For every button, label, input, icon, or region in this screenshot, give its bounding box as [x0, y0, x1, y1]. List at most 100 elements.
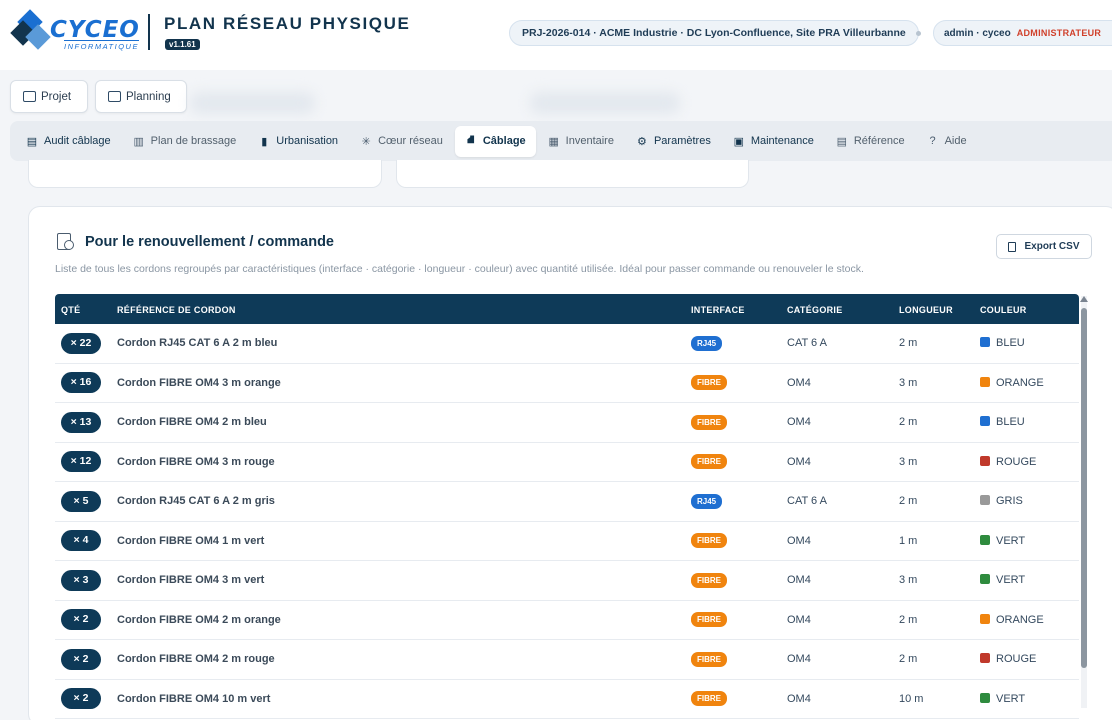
category-cell: CAT 6 A — [787, 337, 827, 350]
patch-plan-icon: ▥ — [133, 135, 144, 148]
color-cell: VERT — [980, 692, 1079, 705]
table-row[interactable]: × 13 Cordon FIBRE OM4 2 m bleu FIBRE OM4 2 m… — [55, 403, 1079, 443]
tab-cablage[interactable]: ⛘ Câblage — [454, 125, 536, 157]
table-row[interactable]: × 16 Cordon FIBRE OM4 3 m orange FIBRE OM4 3… — [55, 364, 1079, 403]
status-dot — [916, 31, 921, 36]
column-header-interface[interactable]: INTERFACE — [691, 304, 787, 315]
tab-maintenance[interactable]: ▣ Maintenance — [723, 126, 824, 157]
tab-aide[interactable]: ? Aide — [917, 126, 977, 157]
export-csv-label: Export CSV — [1024, 241, 1080, 252]
tab-label: Paramètres — [653, 135, 711, 147]
gear-icon: ⚙ — [637, 135, 647, 148]
tab-inventaire[interactable]: ▦ Inventaire — [538, 126, 624, 157]
table-row[interactable]: × 5 Cordon RJ45 CAT 6 A 2 m gris RJ45 CAT 6… — [55, 482, 1079, 522]
tab-label: Audit câblage — [44, 135, 111, 147]
column-header-color[interactable]: COULEUR — [980, 304, 1079, 315]
interface-cell: FIBRE — [691, 414, 787, 430]
cordon-reference: Cordon RJ45 CAT 6 A 2 m bleu — [117, 337, 278, 350]
table-row[interactable]: × 4 Cordon FIBRE OM4 1 m vert FIBRE OM4 1 m V… — [55, 522, 1079, 561]
table-row[interactable]: × 2 Cordon FIBRE OM4 2 m orange FIBRE OM4 2 … — [55, 601, 1079, 640]
color-label: BLEU — [996, 337, 1025, 350]
tab-label: Référence — [853, 135, 905, 147]
table-row[interactable]: × 3 Cordon FIBRE OM4 3 m vert FIBRE OM4 3 m V… — [55, 561, 1079, 601]
interface-badge: RJ45 — [691, 493, 723, 509]
tab-urbanisation[interactable]: ▮ Urbanisation — [248, 126, 348, 157]
column-header-category[interactable]: CATÉGORIE — [787, 304, 899, 315]
tab-coeur-reseau[interactable]: ✳ Cœur réseau — [350, 126, 453, 157]
section-subtitle: Liste de tous les cordons regroupés par … — [55, 263, 864, 275]
summary-card — [396, 160, 749, 188]
color-cell: GRIS — [980, 495, 1079, 507]
color-label: VERT — [996, 534, 1026, 547]
table-row[interactable]: × 12 Cordon FIBRE OM4 3 m rouge FIBRE OM4 3 … — [55, 443, 1079, 482]
interface-badge: FIBRE — [691, 691, 727, 707]
column-header-reference[interactable]: RÉFÉRENCE DE CORDON — [117, 304, 691, 315]
length-cell: 2 m — [899, 337, 918, 350]
column-header-length[interactable]: LONGUEUR — [899, 304, 980, 315]
reference-icon: ▤ — [836, 135, 848, 148]
color-label: VERT — [996, 692, 1026, 705]
user-menu[interactable]: admin · cyceo ADMINISTRATEUR — [933, 20, 1112, 46]
qty-cell: × 16 — [55, 372, 117, 394]
blurred-placeholder — [190, 92, 315, 114]
length-cell: 3 m — [899, 376, 918, 389]
color-swatch — [980, 692, 990, 703]
tab-label: Câblage — [482, 135, 526, 147]
help-icon: ? — [929, 135, 936, 147]
core-network-icon: ✳ — [361, 135, 371, 148]
color-cell: ROUGE — [980, 653, 1079, 665]
length-cell: 2 m — [899, 416, 918, 429]
qty-cell: × 12 — [55, 451, 117, 473]
cyceo-logo[interactable]: CYCEO INFORMATIQUE — [10, 9, 139, 57]
interface-cell: RJ45 — [691, 335, 787, 351]
length-cell: 2 m — [899, 613, 918, 626]
user-name: admin · cyceo — [944, 28, 1011, 39]
version-badge: v1.1.61 — [165, 39, 200, 50]
header-divider — [148, 14, 150, 50]
tab-audit-cablage[interactable]: ▤ Audit câblage — [16, 126, 121, 157]
scroll-up-arrow-icon[interactable] — [1080, 296, 1088, 302]
building-icon: ▮ — [261, 135, 268, 148]
interface-cell: FIBRE — [691, 691, 787, 707]
table-row[interactable]: × 22 Cordon RJ45 CAT 6 A 2 m bleu RJ45 CAT … — [55, 324, 1079, 364]
projet-button[interactable]: Projet — [10, 80, 88, 113]
column-header-qty[interactable]: QTÉ — [55, 304, 117, 315]
color-label: ORANGE — [996, 613, 1044, 626]
qty-cell: × 4 — [55, 530, 117, 552]
color-swatch — [980, 337, 990, 348]
projet-button-label: Projet — [41, 90, 72, 103]
length-cell: 2 m — [899, 653, 918, 666]
qty-cell: × 5 — [55, 490, 117, 512]
color-swatch — [980, 455, 990, 466]
quantity-badge: × 22 — [61, 332, 101, 354]
tab-label: Aide — [944, 135, 967, 147]
summary-card — [28, 160, 382, 188]
maintenance-icon: ▣ — [733, 135, 745, 148]
qty-cell: × 3 — [55, 569, 117, 591]
tab-parametres[interactable]: ⚙ Paramètres — [626, 126, 721, 157]
category-cell: OM4 — [787, 653, 811, 666]
color-label: ROUGE — [996, 653, 1037, 666]
tab-plan-de-brassage[interactable]: ▥ Plan de brassage — [123, 126, 247, 157]
scrollbar-thumb[interactable] — [1081, 308, 1087, 668]
color-cell: VERT — [980, 534, 1079, 547]
inventory-icon: ▦ — [548, 135, 559, 148]
project-selector[interactable]: PRJ-2026-014 · ACME Industrie · DC Lyon-… — [509, 20, 919, 46]
export-csv-button[interactable]: Export CSV — [996, 234, 1092, 259]
color-cell: ROUGE — [980, 455, 1079, 468]
table-row[interactable]: × 2 Cordon FIBRE OM4 2 m rouge FIBRE OM4 2 m… — [55, 640, 1079, 680]
color-cell: BLEU — [980, 416, 1079, 428]
color-label: BLEU — [996, 416, 1025, 429]
file-icon — [1008, 241, 1017, 252]
tab-label: Plan de brassage — [150, 135, 237, 147]
table-row[interactable]: × 2 Cordon FIBRE OM4 10 m vert FIBRE OM4 10 … — [55, 680, 1079, 719]
cordon-reference: Cordon FIBRE OM4 2 m orange — [117, 613, 281, 626]
interface-cell: FIBRE — [691, 651, 787, 667]
interface-badge: FIBRE — [691, 454, 727, 470]
length-cell: 10 m — [899, 692, 924, 705]
app-header: CYCEO INFORMATIQUE PLAN RÉSEAU PHYSIQUE … — [0, 0, 1112, 70]
planning-button[interactable]: Planning — [95, 80, 187, 113]
color-swatch — [980, 534, 990, 545]
tab-label: Urbanisation — [276, 135, 339, 147]
tab-reference[interactable]: ▤ Référence — [826, 126, 915, 157]
